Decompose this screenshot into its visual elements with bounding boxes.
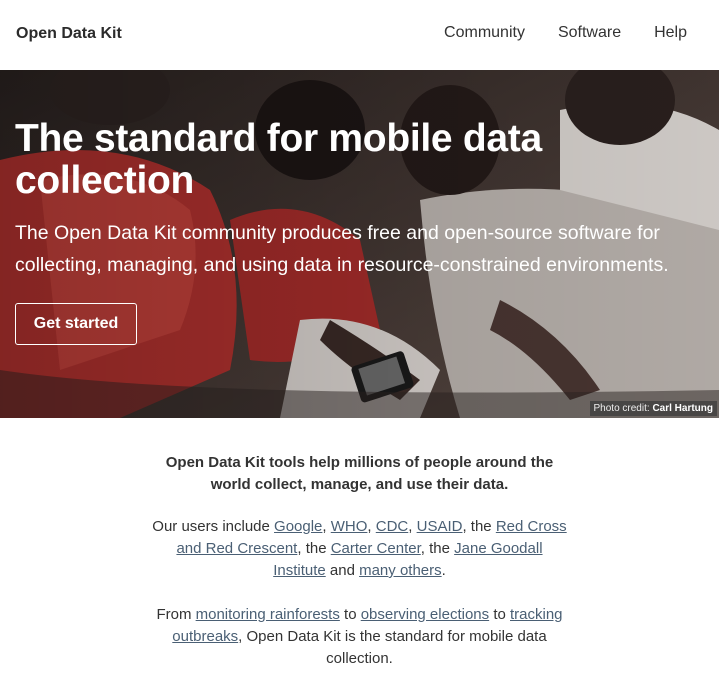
users-prefix: Our users include bbox=[152, 518, 270, 535]
main-nav: Community Software Help bbox=[444, 24, 687, 42]
brand-logo-link[interactable]: Open Data Kit bbox=[16, 25, 122, 43]
users-the-3: the bbox=[429, 540, 450, 557]
users-the-2: the bbox=[305, 540, 327, 557]
hero-banner: The standard for mobile data collection … bbox=[0, 70, 719, 418]
photo-credit-prefix: Photo credit: bbox=[593, 403, 650, 414]
top-navbar: Open Data Kit Community Software Help bbox=[0, 0, 719, 70]
mission-suffix: , Open Data Kit is the standard for mobi… bbox=[238, 628, 547, 667]
users-the-1: the bbox=[470, 518, 492, 535]
monitoring-rainforests-link[interactable]: monitoring rainforests bbox=[196, 606, 340, 623]
observing-elections-link[interactable]: observing elections bbox=[361, 606, 489, 623]
mission-to-2: to bbox=[493, 606, 506, 623]
get-started-button[interactable]: Get started bbox=[15, 303, 137, 345]
intro-lead: Open Data Kit tools help millions of peo… bbox=[165, 454, 554, 493]
hero-subtitle: The Open Data Kit community produces fre… bbox=[15, 222, 669, 276]
photo-credit-name: Carl Hartung bbox=[652, 403, 713, 414]
many-others-link[interactable]: many others bbox=[359, 562, 442, 579]
hero-title: The standard for mobile data collection bbox=[15, 117, 542, 202]
photo-credit: Photo credit: Carl Hartung bbox=[589, 401, 717, 416]
mission-paragraph: From monitoring rainforests to observing… bbox=[150, 604, 569, 670]
nav-help-link[interactable]: Help bbox=[654, 24, 687, 42]
carter-center-link[interactable]: Carter Center bbox=[331, 540, 421, 557]
cdc-link[interactable]: CDC bbox=[376, 518, 409, 535]
users-paragraph: Our users include Google, WHO, CDC, USAI… bbox=[152, 518, 567, 579]
users-and: and bbox=[329, 562, 355, 579]
nav-community-link[interactable]: Community bbox=[444, 24, 525, 42]
mission-from: From bbox=[156, 606, 192, 623]
google-link[interactable]: Google bbox=[274, 518, 322, 535]
usaid-link[interactable]: USAID bbox=[417, 518, 463, 535]
mission-to-1: to bbox=[344, 606, 357, 623]
who-link[interactable]: WHO bbox=[331, 518, 368, 535]
nav-software-link[interactable]: Software bbox=[558, 24, 621, 42]
